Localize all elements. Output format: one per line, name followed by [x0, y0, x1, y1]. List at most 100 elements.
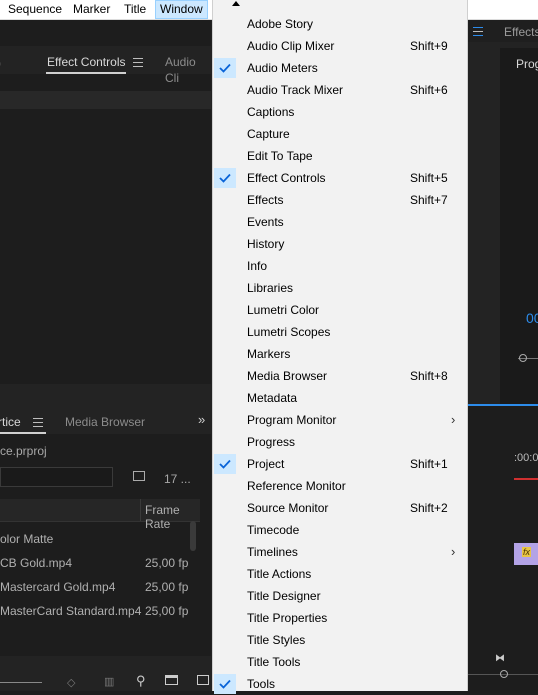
menu-item-shortcut: Shift+7	[410, 193, 448, 207]
menu-item-label: Title Tools	[247, 655, 301, 669]
timeline-clip[interactable]: fx	[514, 543, 538, 565]
menu-item-lumetri-color[interactable]: Lumetri Color	[213, 299, 467, 321]
new-item-icon[interactable]	[197, 675, 209, 685]
effects-panel-menu-icon[interactable]	[473, 27, 483, 36]
tab-audio-clip[interactable]: Audio Cli	[165, 54, 211, 86]
menu-item-progress[interactable]: Progress	[213, 431, 467, 453]
active-tab-underline	[46, 72, 126, 74]
menu-item-adobe-story[interactable]: Adobe Story	[213, 13, 467, 35]
item-count: 17 ...	[164, 472, 191, 486]
menu-item-lumetri-scopes[interactable]: Lumetri Scopes	[213, 321, 467, 343]
menu-item-title-tools[interactable]: Title Tools	[213, 651, 467, 673]
menu-item-label: Lumetri Scopes	[247, 325, 331, 339]
more-panels-icon[interactable]: »	[198, 412, 205, 428]
menu-item-source-monitor[interactable]: Source Monitor Shift+2	[213, 497, 467, 519]
menu-item-label: Title Styles	[247, 633, 306, 647]
menu-sequence[interactable]: Sequence	[8, 0, 62, 19]
menu-item-effect-controls[interactable]: Effect Controls Shift+5	[213, 167, 467, 189]
menu-window[interactable]: Window	[155, 0, 208, 19]
fx-badge: fx	[522, 547, 532, 557]
table-row[interactable]: MasterCard Standard.mp4 25,00 fp	[0, 599, 200, 623]
tab-project[interactable]: rtice	[0, 414, 21, 430]
submenu-arrow-icon: ›	[451, 412, 456, 427]
menu-item-history[interactable]: History	[213, 233, 467, 255]
menu-item-media-browser[interactable]: Media Browser Shift+8	[213, 365, 467, 387]
timeline-panel: :00:0 fx ⧓	[468, 404, 538, 693]
clip-frame-rate: 25,00 fp	[145, 604, 189, 618]
menu-item-label: Progress	[247, 435, 296, 449]
menu-item-label: Title Actions	[247, 567, 312, 581]
clip-name: CB Gold.mp4	[0, 556, 73, 570]
menu-item-shortcut: Shift+1	[410, 457, 448, 471]
menu-item-audio-meters[interactable]: Audio Meters	[213, 57, 467, 79]
find-icon[interactable]: ⚲	[136, 673, 146, 689]
tab-media-browser[interactable]: Media Browser	[65, 414, 145, 430]
table-row[interactable]: olor Matte	[0, 527, 200, 551]
menu-item-project[interactable]: Project Shift+1	[213, 453, 467, 475]
menu-item-capture[interactable]: Capture	[213, 123, 467, 145]
menu-item-title-styles[interactable]: Title Styles	[213, 629, 467, 651]
table-row[interactable]: Mastercard Gold.mp4 25,00 fp	[0, 575, 200, 599]
panel-subheader	[0, 91, 211, 109]
menu-title[interactable]: Title	[124, 0, 146, 19]
menu-item-tools[interactable]: Tools	[213, 673, 467, 695]
menu-item-label: Title Properties	[247, 611, 328, 625]
zoom-slider[interactable]	[0, 682, 42, 683]
marker-icon[interactable]: ⧓	[495, 653, 505, 664]
checkmark-icon	[214, 454, 236, 474]
sort-icon[interactable]: ◇	[67, 676, 75, 689]
menu-marker[interactable]: Marker	[73, 0, 110, 19]
project-search-input[interactable]	[0, 467, 113, 487]
project-filename: ce.prproj	[0, 444, 47, 458]
menu-item-title-properties[interactable]: Title Properties	[213, 607, 467, 629]
menu-item-label: Timecode	[247, 523, 300, 537]
menu-item-timecode[interactable]: Timecode	[213, 519, 467, 541]
menu-item-title-designer[interactable]: Title Designer	[213, 585, 467, 607]
menu-item-timelines[interactable]: Timelines ›	[213, 541, 467, 563]
panel-tab-partial: )	[0, 55, 1, 71]
menu-item-metadata[interactable]: Metadata	[213, 387, 467, 409]
menu-item-libraries[interactable]: Libraries	[213, 277, 467, 299]
menu-item-label: Effects	[247, 193, 284, 207]
project-panel: rtice Media Browser » ce.prproj 17 ... F…	[0, 408, 211, 691]
menu-item-markers[interactable]: Markers	[213, 343, 467, 365]
menu-item-captions[interactable]: Captions	[213, 101, 467, 123]
new-search-bin-icon[interactable]	[133, 471, 145, 481]
menu-item-events[interactable]: Events	[213, 211, 467, 233]
checkmark-icon	[214, 674, 236, 694]
clip-name: Mastercard Gold.mp4	[0, 580, 116, 594]
menu-item-label: Effect Controls	[247, 171, 326, 185]
timeline-zoom-handle[interactable]	[500, 670, 508, 678]
playhead-handle[interactable]	[519, 354, 527, 362]
panel-menu-icon[interactable]	[133, 58, 143, 67]
menu-item-audio-clip-mixer[interactable]: Audio Clip Mixer Shift+9	[213, 35, 467, 57]
menu-item-title-actions[interactable]: Title Actions	[213, 563, 467, 585]
new-bin-icon[interactable]	[165, 675, 178, 685]
table-row[interactable]: CB Gold.mp4 25,00 fp	[0, 551, 200, 575]
menu-item-program-monitor[interactable]: Program Monitor ›	[213, 409, 467, 431]
program-monitor-panel: Prog 00	[500, 48, 538, 408]
scroll-up-arrow-icon[interactable]	[232, 1, 240, 6]
tab-effects[interactable]: Effects	[504, 24, 538, 40]
menu-item-info[interactable]: Info	[213, 255, 467, 277]
menu-item-label: Program Monitor	[247, 413, 337, 427]
timeline-playhead-bar	[514, 478, 538, 480]
menu-item-edit-to-tape[interactable]: Edit To Tape	[213, 145, 467, 167]
menu-item-label: Capture	[247, 127, 290, 141]
menu-item-effects[interactable]: Effects Shift+7	[213, 189, 467, 211]
project-panel-menu-icon[interactable]	[33, 418, 43, 427]
window-menu-dropdown: Adobe Story Audio Clip Mixer Shift+9 Audio …	[212, 0, 468, 694]
menu-item-label: Media Browser	[247, 369, 328, 383]
tab-program[interactable]: Prog	[516, 56, 538, 72]
menu-item-label: Title Designer	[247, 589, 321, 603]
menu-item-label: Timelines	[247, 545, 298, 559]
tab-effect-controls[interactable]: Effect Controls	[47, 54, 125, 70]
menu-item-label: Audio Clip Mixer	[247, 39, 335, 53]
clip-name: MasterCard Standard.mp4	[0, 604, 142, 618]
menu-item-audio-track-mixer[interactable]: Audio Track Mixer Shift+6	[213, 79, 467, 101]
menu-item-reference-monitor[interactable]: Reference Monitor	[213, 475, 467, 497]
menu-item-label: Info	[247, 259, 268, 273]
project-list-scrollbar[interactable]	[190, 521, 196, 551]
menu-item-label: Lumetri Color	[247, 303, 320, 317]
automate-icon[interactable]: ▥	[104, 675, 114, 688]
